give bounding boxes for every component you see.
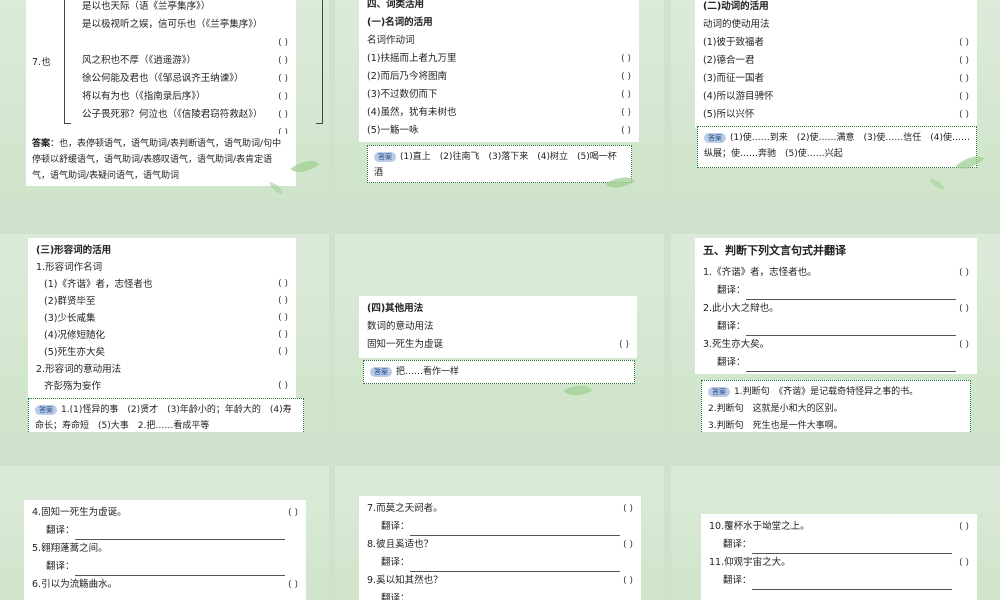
answer-text: 1.(1)怪异的事 (2)贤才 (3)年龄小的；年龄大的 (4)寿命长；寿命短 … [35, 405, 292, 431]
answer-box: 答案 1.(1)怪异的事 (2)贤才 (3)年龄小的；年龄大的 (4)寿命长；寿命… [28, 398, 304, 432]
answer-line: 答案 1.判断句 《齐谐》是记载奇特怪异之事的书。 [708, 384, 964, 401]
list-item: (5)死生亦大矣( ) [44, 347, 288, 358]
question-row: 1.《齐谐》者，志怪者也。( ) [703, 267, 969, 278]
card-sentence-patterns: 10.覆杯水于坳堂之上。( ) 翻译： 11.仰观宇宙之大。( ) 翻译： [701, 514, 977, 600]
question-row: 6.引以为流觞曲水。( ) [32, 579, 298, 590]
list-item: (1)扶摇而上者九万里( ) [367, 53, 631, 64]
slide-1: 7.也 是以也天际（语《兰亭集序》） 是以极视听之娱，信可乐也（《兰亭集序》） … [0, 0, 329, 198]
slide-9: 10.覆杯水于坳堂之上。( ) 翻译： 11.仰观宇宙之大。( ) 翻译： [671, 466, 1000, 600]
list-item: (4)虽然，犹有未树也( ) [367, 107, 631, 118]
answer-label: 答案 [32, 139, 51, 149]
translation-line: 翻译： [367, 518, 633, 536]
list-item: 齐彭殇为妄作( ) [44, 381, 288, 392]
section-sub: (四)其他用法 [367, 303, 424, 314]
translation-line: 翻译： [709, 572, 969, 590]
question-row: 5.翱翔蓬蒿之间。 [32, 543, 108, 554]
answer-badge: 答案 [370, 366, 392, 377]
section-header: 四、词类活用 [367, 0, 425, 10]
ye-line-6: 将以有为也（《指南录后序》）( ) [82, 91, 288, 102]
answer-badge: 答案 [704, 132, 726, 143]
slide-3: (二)动词的活用 动词的使动用法 (1)彼于致福者( ) (2)德合一君( ) … [671, 0, 1000, 198]
answer-badge: 答案 [374, 151, 396, 162]
slide-6: 五、判断下列文言句式并翻译 1.《齐谐》者，志怪者也。( ) 翻译： 2.此小大… [671, 234, 1000, 432]
card-noun-usage: 四、词类活用 (一)名词的活用 名词作动词 (1)扶摇而上者九万里( ) (2)… [359, 0, 639, 142]
answer-box: 答案 (1)直上 (2)往南飞 (3)落下来 (4)树立 (5)喝一杯酒 [367, 145, 632, 183]
list-item: (3)而征一国者( ) [703, 73, 969, 84]
answer-text: 把……看作一样 [396, 367, 460, 377]
ye-line-4: 风之积也不厚（《逍遥游》）( ) [82, 55, 288, 66]
translation-line: 翻译： [703, 354, 969, 372]
answer-line: 2.判断句 这就是小和大的区别。 [708, 404, 843, 414]
ye-line-2: 是以极视听之娱，信可乐也（《兰亭集序》） [82, 19, 263, 30]
translation-line: 翻译： [703, 318, 969, 336]
translation-line: 翻译： [367, 554, 633, 572]
list-item: (2)德合一君( ) [703, 55, 969, 66]
list-item: (3)不过数仞而下( ) [367, 89, 631, 100]
list-item: (1)彼于致福者( ) [703, 37, 969, 48]
answer-text: (1)直上 (2)往南飞 (3)落下来 (4)树立 (5)喝一杯酒 [374, 152, 617, 178]
list-item: (5)所以兴怀( ) [703, 109, 969, 120]
card-adj-usage: (三)形容词的活用 1.形容词作名词 (1)《齐谐》者，志怪者也( ) (2)群… [28, 238, 296, 402]
translation-line: 翻译： [32, 522, 298, 540]
question-row: 7.而莫之夭阏者。( ) [367, 503, 633, 514]
answer-badge: 答案 [35, 404, 57, 415]
section-sub2: 1.形容词作名词 [36, 262, 103, 273]
list-item: (2)群贤毕至( ) [44, 296, 288, 307]
card-sentence-patterns: 五、判断下列文言句式并翻译 1.《齐谐》者，志怪者也。( ) 翻译： 2.此小大… [695, 238, 977, 374]
leaf-decoration [928, 178, 946, 190]
answer-block: 答案：也，表停顿语气，语气助词/表判断语气，语气助词/句中停顿以舒缓语气，语气助… [26, 134, 296, 186]
section-sub2: 数词的意动用法 [367, 321, 434, 332]
section-header: 五、判断下列文言句式并翻译 [703, 244, 846, 257]
question-row: 10.覆杯水于坳堂之上。( ) [709, 521, 969, 532]
question-row: 3.死生亦大矣。( ) [703, 339, 969, 350]
slide-7: 4.固知一死生为虚诞。( ) 翻译： 5.翱翔蓬蒿之间。 翻译： 6.引以为流觞… [0, 466, 329, 600]
group-label: 7.也 [32, 57, 51, 68]
brace-right [316, 0, 323, 124]
slide-8: 7.而莫之夭阏者。( ) 翻译： 8.彼且奚适也？( ) 翻译： 9.奚以知其然… [335, 466, 664, 600]
translation-line: 翻译： [381, 593, 410, 600]
ye-line-5: 徐公何能及君也（《邹忌讽齐王纳谏》）( ) [82, 73, 288, 84]
list-item: 固知一死生为虚诞( ) [367, 339, 629, 350]
section-sub3: 2.形容词的意动用法 [36, 364, 122, 375]
brace-left [64, 0, 71, 124]
card-other-usage: (四)其他用法 数词的意动用法 固知一死生为虚诞( ) [359, 296, 637, 358]
list-item: (4)所以游目骋怀( ) [703, 91, 969, 102]
ye-line-3: ( ) [278, 38, 288, 48]
card-sentence-patterns: 4.固知一死生为虚诞。( ) 翻译： 5.翱翔蓬蒿之间。 翻译： 6.引以为流觞… [24, 500, 306, 600]
section-sub2: 名词作动词 [367, 35, 415, 46]
card-sentence-patterns: 7.而莫之夭阏者。( ) 翻译： 8.彼且奚适也？( ) 翻译： 9.奚以知其然… [359, 496, 641, 600]
answer-line: 3.判断句 死生也是一件大事啊。 [708, 421, 843, 431]
answer-box: 答案 1.判断句 《齐谐》是记载奇特怪异之事的书。 2.判断句 这就是小和大的区别… [701, 380, 971, 432]
section-sub2: 动词的使动用法 [703, 19, 770, 30]
list-item: (4)况修短随化( ) [44, 330, 288, 341]
list-item: (1)《齐谐》者，志怪者也( ) [44, 279, 288, 290]
question-row: 8.彼且奚适也？( ) [367, 539, 633, 550]
question-row: 9.奚以知其然也？( ) [367, 575, 633, 586]
section-sub: (三)形容词的活用 [36, 245, 112, 256]
slide-4: (三)形容词的活用 1.形容词作名词 (1)《齐谐》者，志怪者也( ) (2)群… [0, 234, 329, 432]
list-item: (3)少长咸集( ) [44, 313, 288, 324]
list-item: (2)而后乃今将图南( ) [367, 71, 631, 82]
answer-text: ：也，表停顿语气，语气助词/表判断语气，语气助词/句中停顿以舒缓语气，语气助词/… [32, 139, 282, 181]
translation-line: 翻译： [709, 536, 969, 554]
answer-box: 答案 把……看作一样 [363, 360, 635, 384]
card-ye-usage: 7.也 是以也天际（语《兰亭集序》） 是以极视听之娱，信可乐也（《兰亭集序》） … [26, 0, 323, 138]
question-row: 4.固知一死生为虚诞。( ) [32, 507, 298, 518]
ye-line-7: 公子畏死邪？何泣也（《信陵君窃符救赵》）( ) [82, 109, 288, 120]
slide-2: 四、词类活用 (一)名词的活用 名词作动词 (1)扶摇而上者九万里( ) (2)… [335, 0, 664, 198]
ye-line-1: 是以也天际（语《兰亭集序》） [82, 1, 211, 12]
question-row: 11.仰观宇宙之大。( ) [709, 557, 969, 568]
section-sub: (一)名词的活用 [367, 17, 433, 28]
translation-line: 翻译： [703, 282, 969, 300]
question-row: 2.此小大之辩也。( ) [703, 303, 969, 314]
answer-text: (1)使……到来 (2)使……满意 (3)使……信任 (4)使……纵展；使……奔… [704, 133, 970, 159]
translation-line: 翻译： [32, 558, 298, 576]
card-verb-usage: (二)动词的活用 动词的使动用法 (1)彼于致福者( ) (2)德合一君( ) … [695, 0, 977, 128]
slide-5: (四)其他用法 数词的意动用法 固知一死生为虚诞( ) 答案 把……看作一样 [335, 234, 664, 432]
answer-box: 答案 (1)使……到来 (2)使……满意 (3)使……信任 (4)使……纵展；使…… [697, 126, 977, 168]
list-item: (5)一觞一咏( ) [367, 125, 631, 136]
answer-badge: 答案 [708, 386, 730, 397]
section-sub: (二)动词的活用 [703, 1, 769, 12]
